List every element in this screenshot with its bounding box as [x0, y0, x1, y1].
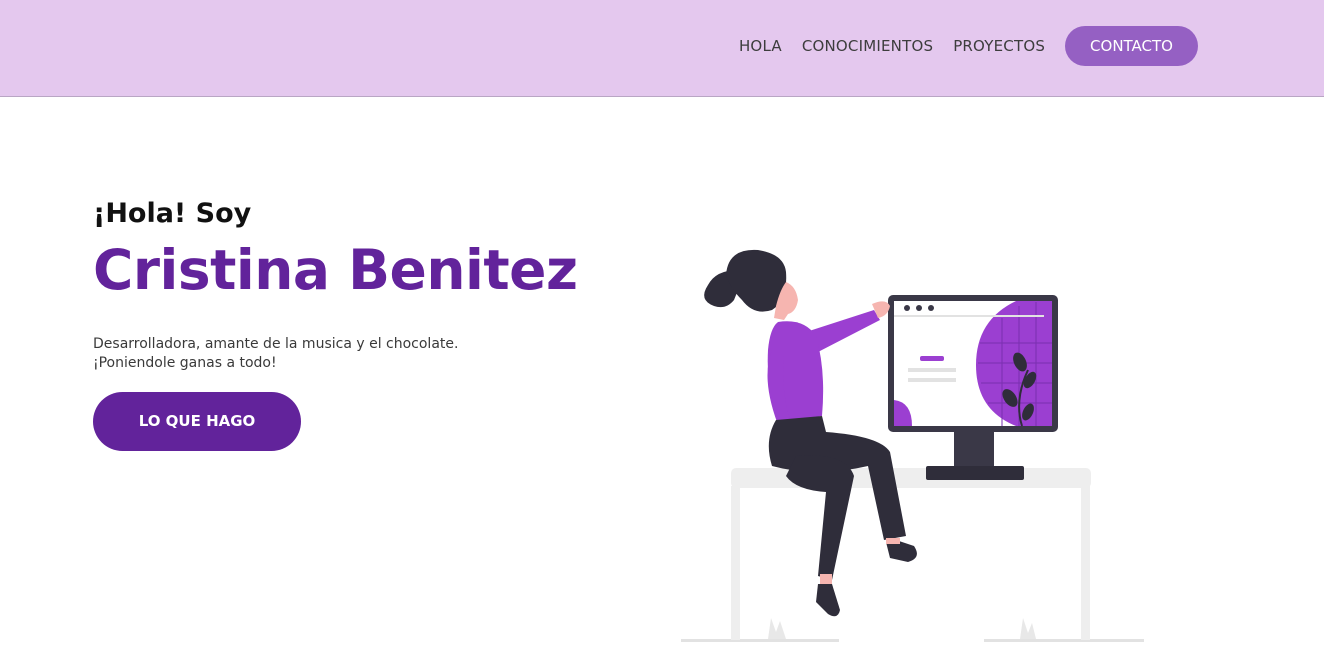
floor-plant-left: [768, 618, 786, 639]
shoe-left: [816, 584, 840, 617]
woman-at-computer-icon: [681, 249, 1144, 642]
top-navbar: HOLA CONOCIMIENTOS PROYECTOS CONTACTO: [0, 0, 1324, 97]
hero-description-line-1: Desarrolladora, amante de la musica y el…: [93, 336, 459, 352]
hero-section: ¡Hola! Soy Cristina Benitez Desarrollado…: [93, 195, 653, 451]
window-dot-1: [904, 305, 910, 311]
screen-toolbar-line: [894, 315, 1044, 317]
woman-at-computer-illustration: [676, 240, 1156, 652]
nav-link-proyectos[interactable]: PROYECTOS: [953, 26, 1045, 66]
window-dot-2: [916, 305, 922, 311]
hero-name: Cristina Benitez: [93, 238, 578, 302]
leg-back: [786, 455, 854, 580]
screen-text-line-2: [908, 378, 956, 382]
monitor-base: [926, 466, 1024, 480]
window-dot-3: [928, 305, 934, 311]
floor-line-left: [681, 639, 839, 642]
ankle-left: [820, 574, 832, 584]
screen-text-line-1: [908, 368, 956, 372]
nav-link-conocimientos[interactable]: CONOCIMIENTOS: [802, 26, 933, 66]
nav-link-hola[interactable]: HOLA: [739, 26, 782, 66]
monitor-neck: [954, 430, 994, 466]
desk-leg-right: [1081, 486, 1090, 640]
contact-button[interactable]: CONTACTO: [1065, 26, 1198, 66]
hero-description: Desarrolladora, amante de la musica y el…: [93, 335, 653, 373]
hero-description-line-2: ¡Poniendole ganas a todo!: [93, 355, 277, 371]
desk-top: [731, 468, 1091, 488]
ankle-right: [886, 538, 900, 544]
what-i-do-button[interactable]: LO QUE HAGO: [93, 392, 301, 451]
main-nav: HOLA CONOCIMIENTOS PROYECTOS CONTACTO: [739, 26, 1198, 66]
screen-heading-bar: [920, 356, 944, 361]
floor-plant-right: [1020, 618, 1036, 639]
desk-leg-left: [731, 486, 740, 640]
floor-line-right: [984, 639, 1144, 642]
hero-greeting: ¡Hola! Soy: [93, 198, 252, 229]
